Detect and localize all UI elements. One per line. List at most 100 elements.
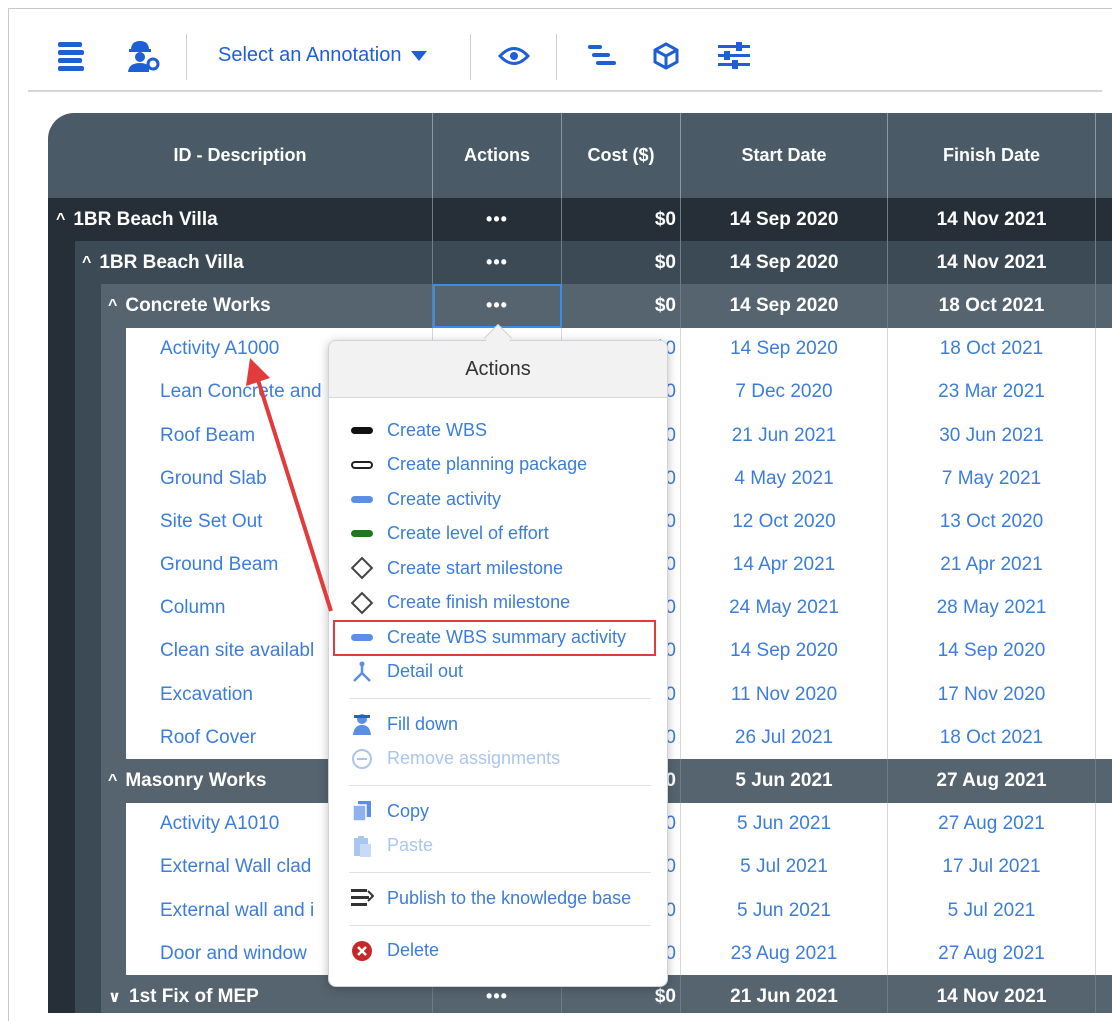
menu-item-fill-down[interactable]: Fill down <box>349 707 651 742</box>
cell-start-date: 14 Sep 2020 <box>681 327 888 371</box>
menu-item-label: Copy <box>387 800 430 821</box>
annotation-select-label: Select an Annotation <box>218 44 402 66</box>
cell-finish-date: 30 Jun 2021 <box>888 413 1096 458</box>
diamond-icon <box>349 556 375 580</box>
cell-finish-date: 14 Nov 2021 <box>888 241 1096 285</box>
menu-item-label: Create finish milestone <box>387 592 571 613</box>
row-name: 1BR Beach Villa <box>73 208 218 230</box>
cell-id-description[interactable]: ^ Concrete Works <box>48 284 433 328</box>
menu-item-create-planning-package[interactable]: Create planning package <box>349 448 651 483</box>
actions-cell[interactable]: ••• <box>433 241 562 285</box>
cell-id-description[interactable]: ^ 1BR Beach Villa <box>48 198 433 242</box>
menu-item-publish-to-the-knowledge-base[interactable]: Publish to the knowledge base <box>349 881 651 916</box>
cell-cost: $0 <box>562 198 681 242</box>
blue-bar-icon <box>349 487 375 511</box>
branch-icon <box>349 660 375 684</box>
row-name: Site Set Out <box>160 510 263 532</box>
row-name: Lean Concrete and <box>160 381 322 403</box>
row-name: Column <box>160 597 226 619</box>
cell-cost: $0 <box>562 241 681 285</box>
worker-settings-icon[interactable] <box>122 36 162 76</box>
row-name: Excavation <box>160 683 253 705</box>
menu-item-label: Paste <box>387 835 434 856</box>
table-row-wbs[interactable]: ^ 1BR Beach Villa ••• $0 14 Sep 2020 14 Nov 2… <box>48 198 1112 242</box>
chevron-up-icon[interactable]: ^ <box>82 254 91 272</box>
menu-item-create-activity[interactable]: Create activity <box>349 482 651 517</box>
minus-circle-icon <box>349 747 375 771</box>
row-name: Door and window <box>160 942 307 964</box>
cell-cost: $0 <box>562 284 681 328</box>
more-actions-icon[interactable]: ••• <box>486 252 508 273</box>
actions-cell[interactable]: ••• <box>433 198 562 242</box>
menu-item-label: Delete <box>387 940 440 961</box>
black-bar-icon <box>349 418 375 442</box>
menu-item-create-finish-milestone[interactable]: Create finish milestone <box>349 586 651 621</box>
chevron-up-icon[interactable]: ^ <box>56 211 65 229</box>
menu-item-delete[interactable]: Delete <box>349 934 651 969</box>
cell-id-description[interactable]: ^ 1BR Beach Villa <box>48 241 433 285</box>
menu-item-copy[interactable]: Copy <box>349 794 651 829</box>
cell-finish-date: 5 Jul 2021 <box>888 889 1096 933</box>
cube-icon[interactable] <box>648 36 684 76</box>
menu-item-create-level-of-effort[interactable]: Create level of effort <box>349 517 651 552</box>
cell-finish-date: 14 Sep 2020 <box>888 629 1096 674</box>
actions-cell[interactable]: ••• <box>433 284 562 328</box>
menu-item-label: Create WBS <box>387 419 488 440</box>
menu-item-label: Remove assignments <box>387 748 561 769</box>
cell-finish-date: 28 May 2021 <box>888 586 1096 630</box>
eye-icon[interactable] <box>496 36 532 76</box>
chevron-up-icon[interactable]: ^ <box>108 297 117 315</box>
menu-item-create-start-milestone[interactable]: Create start milestone <box>349 551 651 586</box>
row-name: 1BR Beach Villa <box>99 251 244 273</box>
column-header-finish-date[interactable]: Finish Date <box>888 113 1096 198</box>
cell-start-date: 14 Sep 2020 <box>681 629 888 674</box>
menu-item-label: Detail out <box>387 661 464 682</box>
cell-finish-date: 18 Oct 2021 <box>888 327 1096 371</box>
table-header: ID - Description Actions Cost ($) Start … <box>48 113 1112 198</box>
more-actions-icon[interactable]: ••• <box>486 295 508 316</box>
row-name: 1st Fix of MEP <box>129 985 259 1007</box>
toolbar-divider <box>470 34 471 80</box>
cell-start-date: 24 May 2021 <box>681 586 888 630</box>
toolbar-divider <box>186 34 187 80</box>
column-header-cost[interactable]: Cost ($) <box>562 113 681 198</box>
more-actions-icon[interactable]: ••• <box>486 209 508 230</box>
menu-item-detail-out[interactable]: Detail out <box>349 655 651 690</box>
paste-icon <box>349 834 375 858</box>
cell-finish-date: 18 Oct 2021 <box>888 716 1096 760</box>
cell-start-date: 12 Oct 2020 <box>681 500 888 544</box>
column-header-id-description[interactable]: ID - Description <box>48 113 433 198</box>
outline-bar-icon <box>349 453 375 477</box>
cell-start-date: 21 Jun 2021 <box>681 975 888 1013</box>
cell-start-date: 21 Jun 2021 <box>681 413 888 458</box>
more-actions-icon[interactable]: ••• <box>486 986 508 1007</box>
gantt-icon[interactable] <box>584 36 620 76</box>
menu-item-remove-assignments: Remove assignments <box>349 742 651 777</box>
menu-item-paste: Paste <box>349 829 651 864</box>
table-row-wbs[interactable]: ^ 1BR Beach Villa ••• $0 14 Sep 2020 14 Nov 2… <box>48 241 1112 285</box>
row-name: Ground Beam <box>160 554 279 576</box>
chevron-down-icon[interactable]: ∨ <box>108 987 121 1007</box>
cell-start-date: 26 Jul 2021 <box>681 716 888 760</box>
annotation-select[interactable]: Select an Annotation <box>218 44 428 67</box>
diamond-icon <box>349 591 375 615</box>
cell-finish-date: 14 Nov 2021 <box>888 975 1096 1013</box>
cell-start-date: 5 Jun 2021 <box>681 802 888 846</box>
cell-finish-date: 7 May 2021 <box>888 457 1096 501</box>
menu-item-label: Create level of effort <box>387 523 549 544</box>
cell-finish-date: 14 Nov 2021 <box>888 198 1096 242</box>
row-name: External wall and i <box>160 899 315 921</box>
cell-finish-date: 23 Mar 2021 <box>888 370 1096 414</box>
sliders-icon[interactable] <box>714 36 754 76</box>
row-name: Clean site availabl <box>160 640 315 662</box>
column-header-actions[interactable]: Actions <box>433 113 562 198</box>
cell-finish-date: 27 Aug 2021 <box>888 759 1096 803</box>
chevron-up-icon[interactable]: ^ <box>108 772 117 790</box>
table-row-wbs[interactable]: ^ Concrete Works ••• $0 14 Sep 2020 18 Oct 20… <box>48 284 1112 328</box>
row-name: Roof Beam <box>160 424 256 446</box>
delete-circle-icon <box>349 939 375 963</box>
wbs-list-icon[interactable] <box>54 36 88 76</box>
menu-item-create-wbs[interactable]: Create WBS <box>349 413 651 448</box>
column-header-start-date[interactable]: Start Date <box>681 113 888 198</box>
menu-item-label: Create activity <box>387 488 502 509</box>
